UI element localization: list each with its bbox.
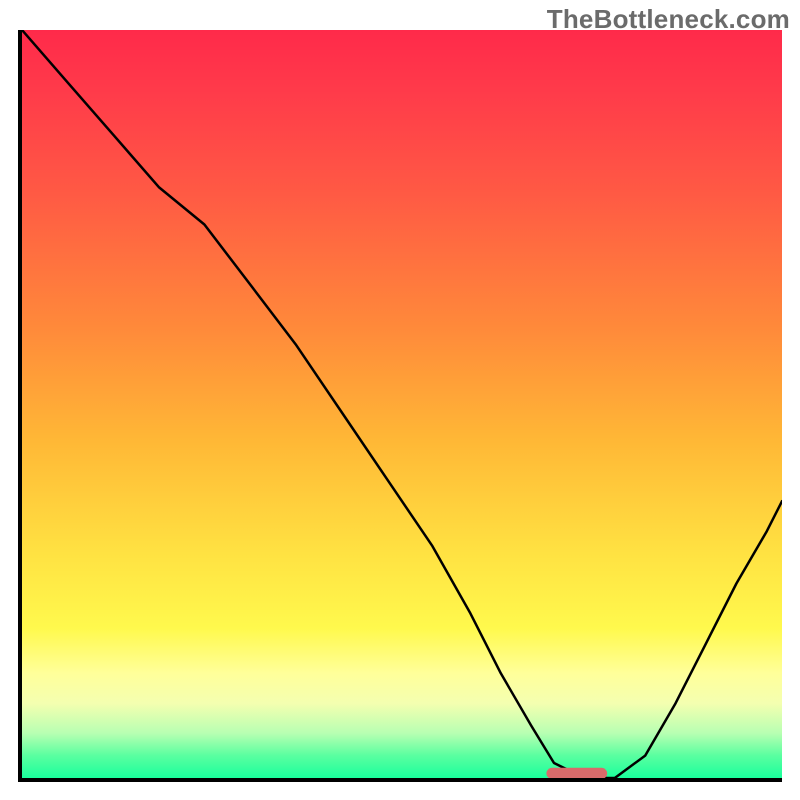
chart-stage: TheBottleneck.com [0, 0, 800, 800]
bottleneck-curve [22, 30, 782, 778]
plot-area [18, 30, 782, 782]
optimal-marker [546, 768, 607, 778]
chart-overlay [22, 30, 782, 778]
watermark-text: TheBottleneck.com [547, 4, 790, 35]
